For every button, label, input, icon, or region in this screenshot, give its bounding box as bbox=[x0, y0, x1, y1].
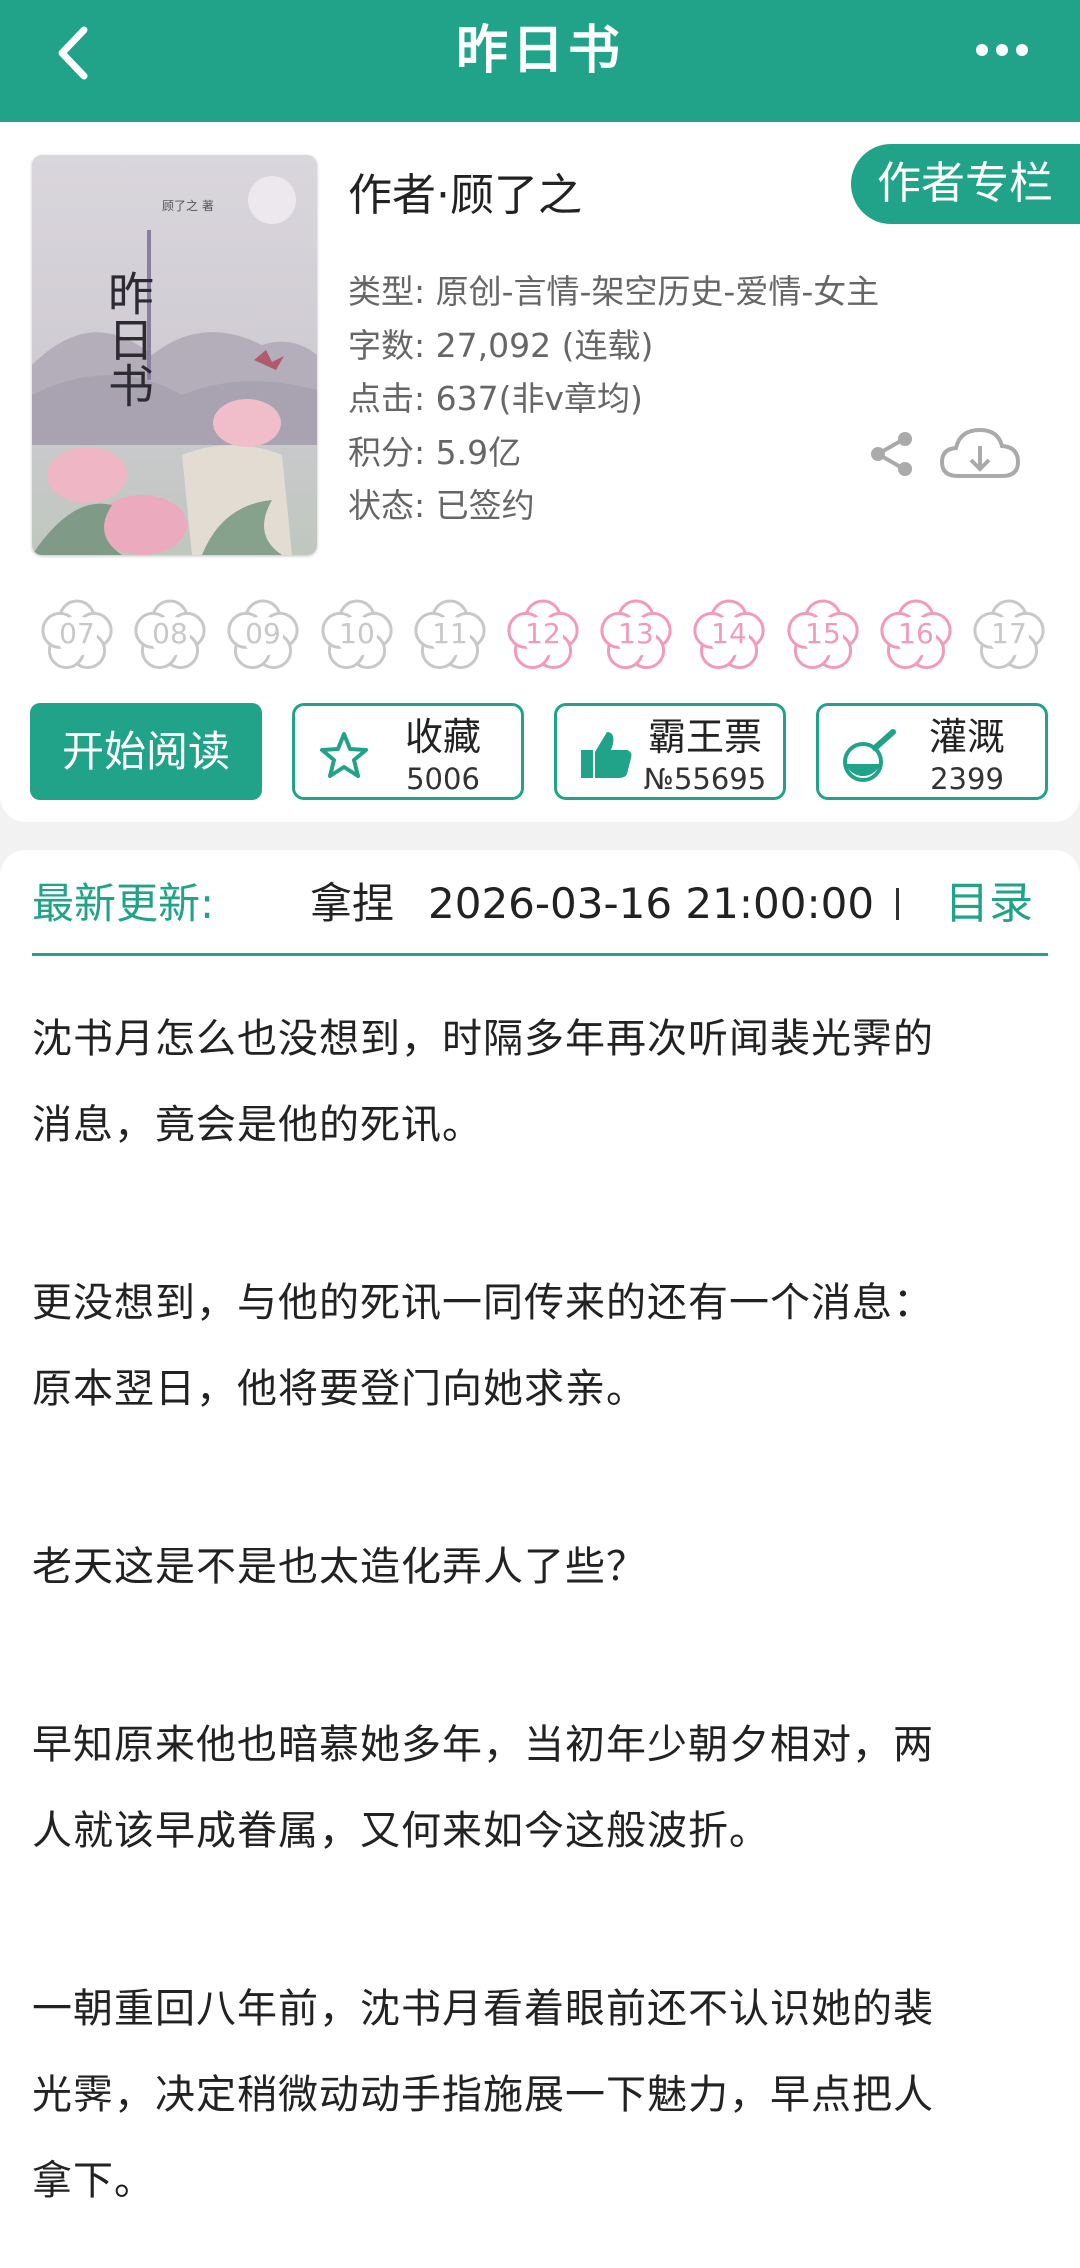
overlord-ticket-count: №55695 bbox=[643, 762, 767, 796]
rating-flower[interactable]: 13 bbox=[597, 595, 675, 673]
rating-flower[interactable]: 11 bbox=[411, 595, 489, 673]
share-icon bbox=[871, 432, 912, 476]
latest-chapter-title[interactable]: 拿捏 bbox=[310, 874, 394, 934]
page-title: 昨日书 bbox=[455, 21, 624, 81]
rating-flower-label: 08 bbox=[152, 617, 188, 650]
overlord-ticket-button[interactable]: 霸王票 №55695 bbox=[554, 703, 786, 800]
rating-flower[interactable]: 10 bbox=[318, 595, 396, 673]
book-type: 类型: 原创-言情-架空历史-爱情-女主 bbox=[348, 272, 880, 311]
share-button[interactable] bbox=[866, 428, 918, 480]
latest-update-time: 2026-03-16 21:00:00 bbox=[428, 879, 875, 928]
rating-flower[interactable]: 14 bbox=[690, 595, 768, 673]
synopsis-line: 沈书月怎么也没想到，时隔多年再次听闻裴光霁的 bbox=[32, 1016, 934, 1062]
rating-flower[interactable]: 15 bbox=[784, 595, 862, 673]
rating-flower-label: 15 bbox=[805, 617, 841, 650]
author-name[interactable]: 作者·顾了之 bbox=[348, 166, 582, 226]
rating-flower[interactable]: 16 bbox=[877, 595, 955, 673]
cover-author-mark: 顾了之 著 bbox=[162, 199, 214, 213]
more-button[interactable] bbox=[972, 30, 1032, 70]
synopsis-line: 老天这是不是也太造化弄人了些？ bbox=[32, 1544, 647, 1590]
synopsis-line: 人就该早成眷属，又何来如今这般波折。 bbox=[32, 1808, 770, 1854]
synopsis-line: 更没想到，与他的死讯一同传来的还有一个消息： bbox=[32, 1280, 934, 1326]
rating-flower-label: 16 bbox=[898, 617, 934, 650]
top-app-bar: 昨日书 bbox=[0, 0, 1080, 122]
favorite-label: 收藏 bbox=[404, 715, 481, 759]
rating-flower-label: 17 bbox=[991, 617, 1027, 650]
rating-flower[interactable]: 07 bbox=[38, 595, 116, 673]
rating-flower-label: 09 bbox=[245, 617, 281, 650]
rating-flower[interactable]: 17 bbox=[970, 595, 1048, 673]
rating-flower[interactable]: 12 bbox=[504, 595, 582, 673]
book-status: 状态: 已签约 bbox=[348, 486, 535, 525]
rating-flower-label: 10 bbox=[339, 617, 375, 650]
download-button[interactable] bbox=[938, 422, 1022, 486]
cover-title: 昨日书 bbox=[101, 270, 155, 408]
synopsis-line: 原本翌日，他将要登门向她求亲。 bbox=[32, 1366, 647, 1412]
rating-flower[interactable]: 08 bbox=[131, 595, 209, 673]
nutrient-button[interactable]: 灌溉 2399 bbox=[816, 703, 1048, 800]
synopsis-line: 光霁，决定稍微动动手指施展一下魅力，早点把人 bbox=[32, 2072, 934, 2118]
author-column-button[interactable]: 作者专栏 bbox=[851, 144, 1080, 224]
favorite-button[interactable]: 收藏 5006 bbox=[292, 703, 524, 800]
synopsis: 沈书月怎么也没想到，时隔多年再次听闻裴光霁的 消息，竟会是他的死讯。 更没想到，… bbox=[0, 990, 1080, 2268]
cloud-download-icon bbox=[939, 427, 1021, 478]
book-cover[interactable]: 顾了之 著 昨日书 bbox=[32, 155, 317, 555]
latest-update-label: 最新更新: bbox=[32, 879, 215, 928]
synopsis-line: 一朝重回八年前，沈书月看着眼前还不认识她的裴 bbox=[32, 1986, 934, 2032]
rating-flower[interactable]: 09 bbox=[224, 595, 302, 673]
table-of-contents-link[interactable]: 目录 bbox=[945, 874, 1033, 934]
divider bbox=[896, 888, 899, 920]
latest-update-bar[interactable]: 最新更新: 拿捏 2026-03-16 21:00:00 目录 bbox=[0, 850, 1080, 990]
divider bbox=[32, 953, 1048, 956]
rating-flower-label: 07 bbox=[59, 617, 95, 650]
start-reading-button[interactable]: 开始阅读 bbox=[30, 703, 262, 800]
synopsis-line: 早知原来他也暗慕她多年，当初年少朝夕相对，两 bbox=[32, 1722, 934, 1768]
synopsis-line: 拿下。 bbox=[32, 2158, 155, 2204]
nutrient-label: 灌溉 bbox=[928, 715, 1005, 759]
synopsis-line: 消息，竟会是他的死讯。 bbox=[32, 1102, 483, 1148]
favorite-count: 5006 bbox=[406, 762, 480, 796]
rating-flower-label: 12 bbox=[525, 617, 561, 650]
book-clicks: 点击: 637(非v章均) bbox=[348, 379, 643, 418]
action-buttons: 开始阅读 收藏 5006 霸王票 №55695 灌溉 2399 bbox=[30, 703, 1050, 803]
rating-flower-label: 11 bbox=[432, 617, 468, 650]
book-score: 积分: 5.9亿 bbox=[348, 433, 522, 472]
rating-flower-label: 13 bbox=[618, 617, 654, 650]
overlord-ticket-label: 霸王票 bbox=[647, 715, 762, 759]
book-word-count: 字数: 27,092 (连载) bbox=[348, 326, 654, 365]
rating-flower-label: 14 bbox=[711, 617, 747, 650]
rating-flowers: 07 08 09 10 11 12 13 14 15 16 17 bbox=[38, 595, 1048, 675]
nutrient-count: 2399 bbox=[930, 762, 1004, 796]
cover-art: 顾了之 著 昨日书 bbox=[32, 155, 317, 555]
more-dots-icon bbox=[976, 44, 1028, 56]
